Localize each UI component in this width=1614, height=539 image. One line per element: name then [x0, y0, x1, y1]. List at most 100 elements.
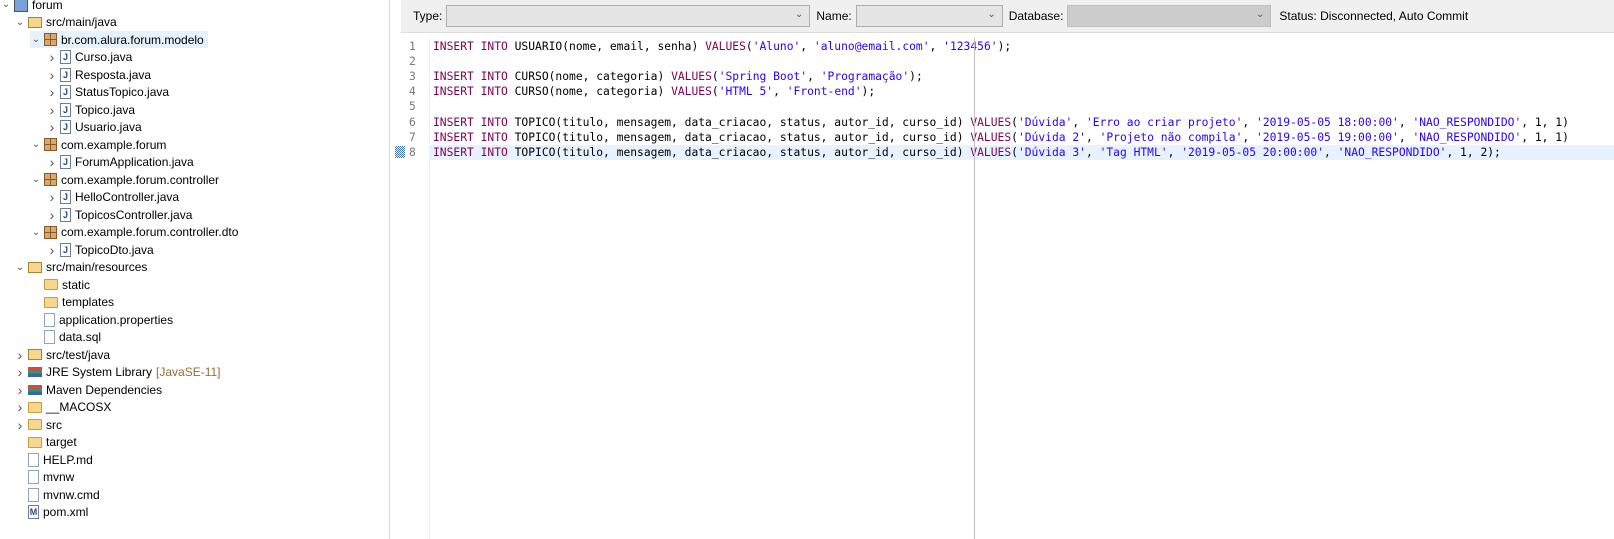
- database-label: Database:: [1008, 9, 1064, 23]
- code-line[interactable]: INSERT INTO TOPICO(titulo, mensagem, dat…: [433, 115, 1569, 130]
- tree-item[interactable]: ⌄ forum: [0, 0, 63, 13]
- sql-text: );: [861, 85, 876, 99]
- sql-file-icon: [44, 330, 55, 344]
- tree-item[interactable]: › J Resposta.java: [46, 66, 151, 83]
- tree-item[interactable]: target: [14, 434, 77, 451]
- chevron-right-icon[interactable]: ›: [14, 382, 26, 398]
- java-file-icon: J: [60, 190, 71, 204]
- tree-item[interactable]: application.properties: [30, 311, 173, 328]
- chevron-right-icon[interactable]: ›: [46, 189, 58, 205]
- tree-item[interactable]: mvnw.cmd: [14, 486, 100, 503]
- line-number: 1: [409, 40, 416, 53]
- chevron-right-icon[interactable]: ›: [46, 242, 58, 258]
- chevron-down-icon[interactable]: ⌄: [14, 17, 26, 28]
- tree-item[interactable]: data.sql: [30, 329, 101, 346]
- tree-item[interactable]: ⌄ com.example.forum.controller: [30, 171, 219, 188]
- tree-item[interactable]: ⌄ com.example.forum.controller.dto: [30, 224, 239, 241]
- tree-item[interactable]: › __MACOSX: [14, 399, 112, 416]
- chevron-right-icon[interactable]: ›: [46, 154, 58, 170]
- tree-item[interactable]: › J TopicosController.java: [46, 206, 193, 223]
- database-combo[interactable]: ⌄: [1067, 5, 1272, 27]
- tree-item-label: ForumApplication.java: [75, 155, 194, 169]
- tree-item-label: templates: [62, 295, 115, 309]
- project-explorer-tree[interactable]: ⌄ forum ⌄ src/main/java ⌄ br.com.alura.forum.…: [0, 0, 390, 539]
- sql-text: ,: [1085, 145, 1100, 159]
- sql-editor[interactable]: Type: ⌄ Name: ⌄ Database: ⌄ Status: Disc…: [393, 0, 1614, 539]
- tree-item[interactable]: › J Topico.java: [46, 101, 135, 118]
- chevron-right-icon[interactable]: ›: [46, 49, 58, 65]
- sql-string: '2019-05-05 18:00:00': [1256, 115, 1399, 129]
- sql-text: USUARIO(nome, email, senha): [514, 40, 706, 53]
- tree-item-decoration: [JavaSE-11]: [156, 365, 221, 379]
- sql-keyword: VALUES: [970, 145, 1012, 159]
- chevron-down-icon: ⌄: [987, 9, 996, 20]
- code-line[interactable]: INSERT INTO CURSO(nome, categoria) VALUE…: [433, 84, 875, 99]
- chevron-down-icon[interactable]: ⌄: [14, 262, 26, 273]
- java-enum-file-icon: J: [60, 85, 71, 99]
- chevron-down-icon[interactable]: ⌄: [0, 0, 12, 10]
- tree-item-label: data.sql: [59, 330, 102, 344]
- code-line[interactable]: INSERT INTO CURSO(nome, categoria) VALUE…: [433, 69, 923, 84]
- tree-item[interactable]: › J HelloController.java: [46, 189, 179, 206]
- java-file-icon: J: [60, 207, 71, 222]
- chevron-down-icon[interactable]: ⌄: [30, 174, 42, 185]
- line-number: 7: [409, 130, 416, 144]
- chevron-down-icon[interactable]: ⌄: [30, 34, 42, 45]
- tree-item-label: Resposta.java: [75, 67, 152, 82]
- tree-item-label: HelloController.java: [75, 190, 180, 204]
- chevron-right-icon[interactable]: ›: [46, 207, 58, 223]
- tree-item[interactable]: › J TopicoDto.java: [46, 241, 154, 258]
- folder-icon: [28, 419, 42, 430]
- sql-keyword: INSERT INTO: [433, 70, 515, 84]
- name-label: Name:: [816, 9, 852, 23]
- type-combo[interactable]: ⌄: [446, 5, 811, 27]
- chevron-right-icon[interactable]: ›: [14, 347, 26, 363]
- sql-string: 'Erro ao criar projeto': [1085, 115, 1243, 129]
- tree-item-label: TopicosController.java: [75, 207, 193, 222]
- tree-item[interactable]: HELP.md: [14, 451, 93, 468]
- chevron-right-icon[interactable]: ›: [46, 67, 58, 83]
- tree-item[interactable]: ⌄ br.com.alura.forum.modelo: [30, 31, 208, 48]
- tree-item[interactable]: › Maven Dependencies: [14, 381, 162, 398]
- chevron-down-icon[interactable]: ⌄: [30, 227, 42, 238]
- print-margin-line: [974, 38, 975, 539]
- chevron-right-icon[interactable]: ›: [46, 119, 58, 135]
- tree-item[interactable]: › J Usuario.java: [46, 119, 142, 136]
- chevron-right-icon[interactable]: ›: [14, 417, 26, 433]
- tree-item[interactable]: Mpom.xml: [14, 504, 88, 521]
- chevron-right-icon[interactable]: ›: [46, 102, 58, 118]
- sql-text: , 1, 2);: [1446, 145, 1501, 159]
- package-icon: [44, 225, 57, 239]
- tree-item[interactable]: ⌄ src/main/resources: [14, 259, 148, 276]
- code-line[interactable]: INSERT INTO TOPICO(titulo, mensagem, dat…: [433, 130, 1569, 145]
- java-file-icon: J: [60, 102, 71, 117]
- tree-item[interactable]: › J ForumApplication.java: [46, 154, 194, 171]
- tree-item[interactable]: › JRE System Library [JavaSE-11]: [14, 364, 221, 381]
- name-combo[interactable]: ⌄: [855, 5, 1003, 27]
- sql-text: CURSO(nome, categoria): [514, 70, 672, 84]
- line-number: 6: [409, 115, 416, 129]
- tree-item[interactable]: › J StatusTopico.java: [46, 84, 169, 101]
- code-line[interactable]: INSERT INTO TOPICO(titulo, mensagem, dat…: [433, 145, 1501, 160]
- code-line[interactable]: INSERT INTO USUARIO(nome, email, senha) …: [433, 39, 1011, 54]
- tree-item[interactable]: ⌄ src/main/java: [14, 14, 117, 31]
- tree-item[interactable]: ⌄ com.example.forum: [30, 136, 167, 153]
- tree-item[interactable]: templates: [30, 294, 114, 311]
- chevron-right-icon[interactable]: ›: [14, 364, 26, 380]
- code-area[interactable]: INSERT INTO USUARIO(nome, email, senha) …: [429, 38, 1614, 539]
- sql-text: ,: [1167, 145, 1182, 159]
- tree-item[interactable]: › src: [14, 416, 62, 433]
- line-number: 5: [409, 100, 416, 114]
- chevron-right-icon[interactable]: ›: [46, 84, 58, 100]
- source-folder-icon: [28, 16, 42, 28]
- tree-item[interactable]: mvnw: [14, 469, 74, 486]
- tree-item[interactable]: static: [30, 276, 90, 293]
- sql-text: (: [1011, 145, 1018, 159]
- sql-text: (: [1011, 130, 1018, 144]
- tree-item[interactable]: › J Curso.java: [46, 49, 133, 66]
- line-number-ruler: 1 2345678: [393, 38, 429, 539]
- sql-text: , 1, 1): [1521, 115, 1569, 129]
- chevron-down-icon[interactable]: ⌄: [30, 139, 42, 150]
- chevron-right-icon[interactable]: ›: [14, 399, 26, 415]
- tree-item[interactable]: › src/test/java: [14, 346, 110, 363]
